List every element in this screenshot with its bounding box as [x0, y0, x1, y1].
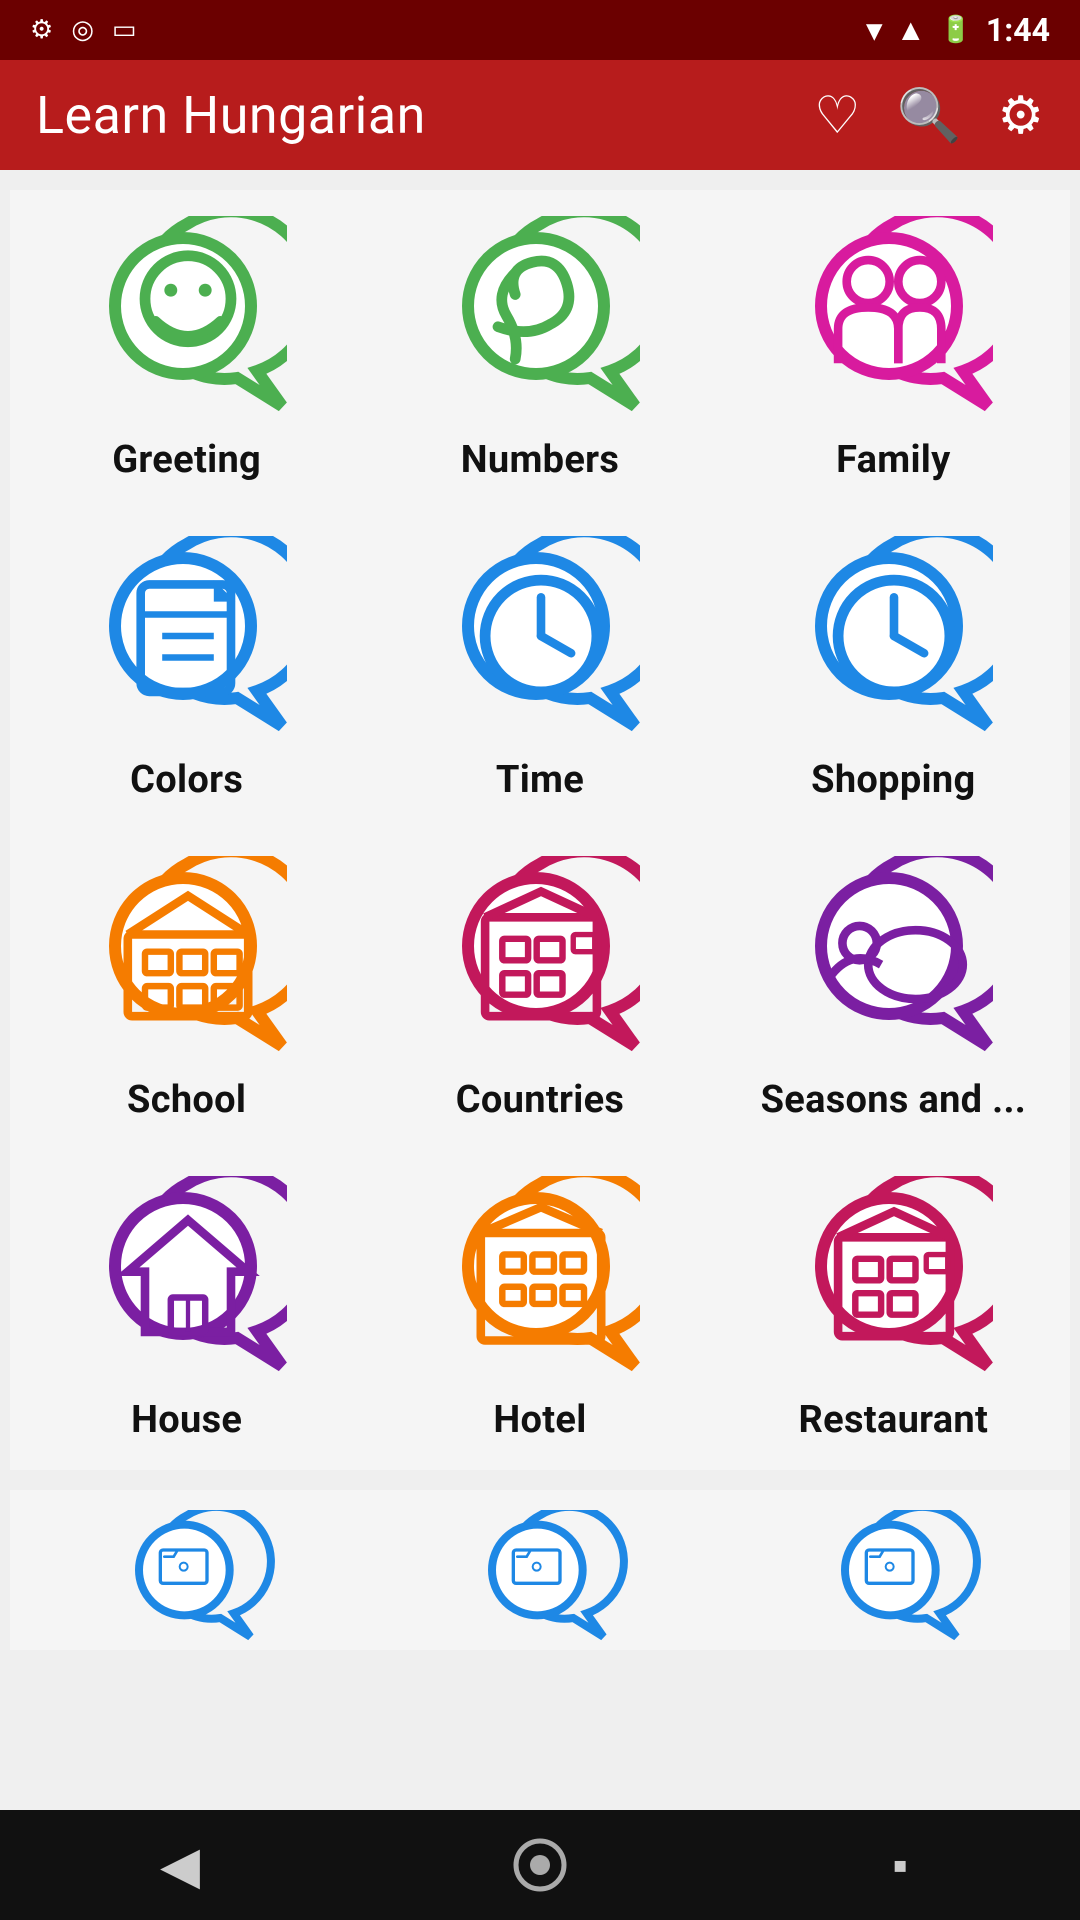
category-label-seasons: Seasons and ...	[761, 1078, 1027, 1122]
category-icon-wrap-greeting	[92, 226, 282, 416]
category-item-restaurant[interactable]: Restaurant	[717, 1150, 1070, 1470]
category-label-time: Time	[496, 758, 584, 802]
recent-button[interactable]: ▪	[855, 1820, 945, 1910]
category-icon-time	[455, 560, 627, 712]
settings-status-icon: ⚙	[30, 15, 53, 45]
category-label-restaurant: Restaurant	[799, 1398, 989, 1442]
category-icon-seasons	[808, 880, 980, 1032]
category-item-colors[interactable]: Colors	[10, 510, 363, 830]
time-display: 1:44	[986, 11, 1050, 49]
category-grid: Greeting Numbers	[0, 170, 1080, 1490]
signal-icon: ▲	[896, 13, 926, 48]
category-icon-family	[808, 240, 980, 392]
category-icon-wrap-time	[445, 546, 635, 736]
category-item-numbers[interactable]: Numbers	[363, 190, 716, 510]
category-icon-wrap-countries	[445, 866, 635, 1056]
category-label-colors: Colors	[130, 758, 243, 802]
partial-category-1[interactable]	[363, 1490, 716, 1650]
category-item-greeting[interactable]: Greeting	[10, 190, 363, 510]
category-item-house[interactable]: House	[10, 1150, 363, 1470]
home-button[interactable]	[495, 1820, 585, 1910]
category-label-family: Family	[836, 438, 951, 482]
top-bar-actions: ♡ 🔍 ⚙	[814, 85, 1044, 146]
partial-category-2[interactable]	[717, 1490, 1070, 1650]
category-item-time[interactable]: Time	[363, 510, 716, 830]
category-icon-wrap-numbers	[445, 226, 635, 416]
category-item-seasons[interactable]: Seasons and ...	[717, 830, 1070, 1150]
category-item-countries[interactable]: Countries	[363, 830, 716, 1150]
category-icon-wrap-restaurant	[798, 1186, 988, 1376]
favorites-button[interactable]: ♡	[814, 85, 861, 146]
category-icon-wrap-seasons	[798, 866, 988, 1056]
category-item-hotel[interactable]: Hotel	[363, 1150, 716, 1470]
category-icon-colors	[102, 560, 274, 712]
settings-button[interactable]: ⚙	[997, 85, 1044, 146]
category-icon-wrap-hotel	[445, 1186, 635, 1376]
category-item-family[interactable]: Family	[717, 190, 1070, 510]
category-icon-wrap-shopping	[798, 546, 988, 736]
category-label-countries: Countries	[456, 1078, 624, 1122]
category-label-school: School	[127, 1078, 246, 1122]
category-icon-wrap-colors	[92, 546, 282, 736]
category-icon-shopping	[808, 560, 980, 712]
partial-row	[0, 1490, 1080, 1780]
category-label-hotel: Hotel	[493, 1398, 586, 1442]
category-icon-wrap-family	[798, 226, 988, 416]
category-label-house: House	[131, 1398, 242, 1442]
category-label-shopping: Shopping	[811, 758, 975, 802]
sdcard-status-icon: ▭	[112, 15, 137, 45]
category-label-greeting: Greeting	[112, 438, 261, 482]
category-icon-wrap-school	[92, 866, 282, 1056]
category-icon-greeting	[102, 240, 274, 392]
category-icon-wrap-house	[92, 1186, 282, 1376]
search-button[interactable]: 🔍	[897, 85, 962, 146]
status-icons-right: ▾ ▲ 🔋 1:44	[867, 11, 1050, 49]
category-icon-house	[102, 1200, 274, 1352]
app-title: Learn Hungarian	[36, 85, 426, 146]
category-icon-countries	[455, 880, 627, 1032]
partial-category-0[interactable]	[10, 1490, 363, 1650]
wifi-icon: ▾	[867, 13, 882, 48]
top-bar: Learn Hungarian ♡ 🔍 ⚙	[0, 60, 1080, 170]
status-bar: ⚙ ◎ ▭ ▾ ▲ 🔋 1:44	[0, 0, 1080, 60]
category-item-school[interactable]: School	[10, 830, 363, 1150]
back-button[interactable]: ◀	[135, 1820, 225, 1910]
bottom-nav: ◀ ▪	[0, 1810, 1080, 1920]
status-icons-left: ⚙ ◎ ▭	[30, 15, 137, 45]
category-icon-numbers	[455, 240, 627, 392]
category-item-shopping[interactable]: Shopping	[717, 510, 1070, 830]
category-label-numbers: Numbers	[461, 438, 619, 482]
category-icon-restaurant	[808, 1200, 980, 1352]
category-icon-school	[102, 880, 274, 1032]
category-icon-hotel	[455, 1200, 627, 1352]
battery-icon: 🔋	[940, 15, 972, 45]
circle-status-icon: ◎	[71, 15, 94, 45]
